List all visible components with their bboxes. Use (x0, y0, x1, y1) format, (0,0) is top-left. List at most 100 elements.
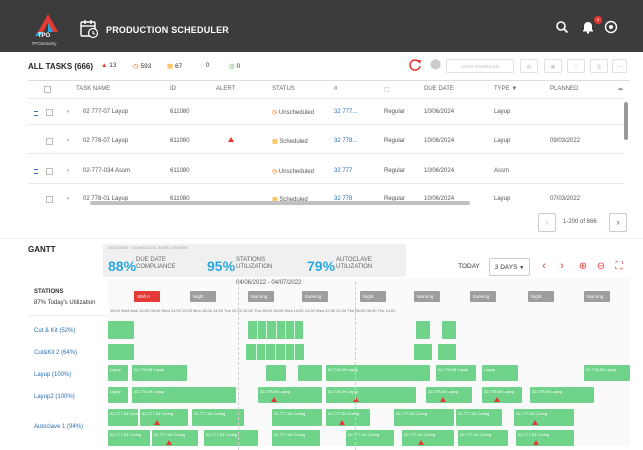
alert-icon[interactable] (494, 397, 500, 402)
today-button[interactable]: TODAY (452, 258, 486, 276)
in-progress-stat[interactable]: ◌ 0 (200, 62, 209, 69)
gantt-task-bar[interactable] (414, 344, 432, 360)
gantt-task-bar[interactable] (416, 321, 430, 339)
col-type[interactable]: TYPE ▼ (494, 86, 517, 92)
gantt-task-bar[interactable]: 02-778-09 Layup (132, 365, 187, 381)
col-task-name[interactable]: TASK NAME (76, 86, 110, 92)
col-due-date[interactable]: DUE DATE (424, 86, 454, 92)
gantt-task-bar[interactable] (438, 344, 456, 360)
gantt-task-bar[interactable]: 02-778-09 Layup (436, 365, 476, 381)
task-number[interactable]: 32 778... (334, 138, 357, 144)
bell-icon[interactable] (581, 20, 595, 34)
alert-icon[interactable] (271, 397, 277, 402)
gantt-task-bar[interactable]: 02-777-34 Curing (402, 430, 454, 446)
col-status[interactable]: STATUS (272, 86, 295, 92)
task-name[interactable]: 02-777-034 Assm (83, 168, 130, 174)
gantt-task-bar[interactable]: 02-777-34 Curing (192, 409, 244, 426)
row-checkbox[interactable] (46, 109, 53, 116)
calendar-icon[interactable]: ▦ (544, 59, 562, 73)
gantt-task-bar[interactable]: 02-778-09 Layup (482, 387, 522, 403)
gantt-task-bar[interactable]: Layup (108, 387, 128, 403)
drag-handle-icon[interactable] (34, 169, 38, 174)
zoom-in-icon[interactable]: ⊕ (576, 258, 590, 276)
table-vertical-scrollbar[interactable] (624, 102, 628, 140)
gantt-task-bar[interactable]: 02-777-34 Curing (108, 409, 138, 426)
search-icon[interactable] (555, 20, 569, 34)
gantt-task-bar[interactable]: 02-777-34 Curing (108, 430, 150, 446)
station-label[interactable]: Cut & Kit (52%) (34, 328, 75, 334)
gantt-task-bar[interactable]: 02-777-34 Curing (458, 430, 508, 446)
gantt-task-bar[interactable]: 02-778-09 Layup (132, 387, 236, 403)
gantt-task-bar[interactable]: 02-777-34 Curing (326, 409, 370, 426)
gantt-prev-icon[interactable]: ‹ (537, 258, 551, 276)
col-id[interactable]: ID (170, 86, 176, 92)
expand-columns-icon[interactable]: ⇹ (618, 86, 623, 93)
gantt-task-bar[interactable]: Layup (482, 365, 518, 381)
location-pin-icon[interactable]: ⬤ (430, 60, 441, 71)
gantt-task-bar[interactable]: 02-777-34 Curing (394, 409, 454, 426)
refresh-icon[interactable] (408, 58, 422, 72)
gantt-task-bar[interactable] (108, 344, 134, 360)
gantt-task-bar[interactable]: 02-778-09 Layup (326, 387, 416, 403)
alert-icon[interactable] (339, 420, 345, 425)
unscheduled-stat[interactable]: ◷ 593 (133, 62, 151, 70)
table-horizontal-scrollbar[interactable] (90, 201, 470, 205)
print-icon[interactable]: ⎙ (590, 59, 608, 73)
task-number[interactable]: 32 777 (334, 168, 352, 174)
settings-icon[interactable] (604, 20, 618, 34)
select-all-checkbox[interactable] (44, 86, 51, 93)
col-type-icon[interactable]: ⬚ (384, 86, 390, 93)
scheduled-stat[interactable]: ▦ 67 (167, 62, 182, 70)
gantt-task-bar[interactable] (300, 387, 322, 403)
expand-row-icon[interactable]: › (67, 138, 69, 144)
gantt-task-bar[interactable]: 02-777-34 Curing (514, 409, 574, 426)
complete-stat[interactable]: ◎ 0 (229, 62, 240, 70)
alert-icon[interactable] (166, 440, 172, 445)
gantt-task-bar[interactable]: 02-777-34 Curing (140, 409, 188, 426)
row-checkbox[interactable] (46, 168, 53, 175)
task-number[interactable]: 32 777... (334, 109, 357, 115)
export-icon[interactable]: ⇪ (567, 59, 585, 73)
station-label[interactable]: Layup2 (100%) (34, 394, 75, 400)
range-select[interactable]: 3 DAYS ▼ (489, 258, 530, 276)
row-checkbox[interactable] (46, 196, 53, 203)
expand-row-icon[interactable]: › (67, 196, 69, 202)
alert-icon[interactable] (418, 440, 424, 445)
task-name[interactable]: 02 777-07 Layup (83, 109, 128, 115)
station-label[interactable]: Layup (100%) (34, 372, 71, 378)
zoom-out-icon[interactable]: ⊖ (594, 258, 608, 276)
warning-stat[interactable]: ▲ 13 (101, 62, 116, 69)
drag-handle-icon[interactable] (34, 111, 38, 116)
col-planned[interactable]: PLANNED (550, 86, 578, 92)
gantt-task-bar[interactable] (246, 344, 304, 360)
station-label[interactable]: Cut&Kit 2 (64%) (34, 350, 77, 356)
gantt-task-bar[interactable]: 02-777-34 Curing (272, 409, 322, 426)
gantt-task-bar[interactable] (442, 321, 456, 339)
alert-icon[interactable] (154, 420, 160, 425)
gantt-task-bar[interactable] (108, 321, 134, 339)
alert-icon[interactable] (228, 137, 234, 142)
auto-schedule-button[interactable]: AUTO SCHEDULE (446, 59, 514, 73)
alert-icon[interactable] (532, 420, 538, 425)
alert-icon[interactable] (440, 397, 446, 402)
gantt-task-bar[interactable]: 02-777-34 Curing (272, 430, 320, 446)
gantt-task-bar[interactable]: 02-777-34 Curing (516, 430, 574, 446)
gantt-task-bar[interactable]: 02-778-09 Layup (258, 387, 300, 403)
expand-row-icon[interactable]: › (67, 109, 69, 115)
gantt-task-bar[interactable]: 02-777-34 Curing (456, 409, 502, 426)
col-alert[interactable]: ALERT (216, 86, 235, 92)
gantt-task-bar[interactable]: Layup (108, 365, 128, 381)
gantt-task-bar[interactable] (266, 365, 286, 381)
fullscreen-icon[interactable]: ⛶ (612, 258, 626, 276)
gantt-next-icon[interactable]: › (555, 258, 569, 276)
expand-row-icon[interactable]: › (67, 168, 69, 174)
columns-icon[interactable]: ▤ (520, 59, 538, 73)
gantt-task-bar[interactable] (298, 365, 322, 381)
more-icon[interactable]: ⋯ (612, 59, 627, 73)
pager-prev-button[interactable]: ‹ (538, 213, 556, 232)
station-label[interactable]: Autoclave 1 (94%) (34, 424, 83, 430)
gantt-task-bar[interactable]: 02-778-09 Layup (426, 387, 472, 403)
gantt-task-bar[interactable]: 02-777-34 Curing (152, 430, 198, 446)
row-checkbox[interactable] (46, 138, 53, 145)
task-name[interactable]: 02 778-07 Layup (83, 138, 128, 144)
